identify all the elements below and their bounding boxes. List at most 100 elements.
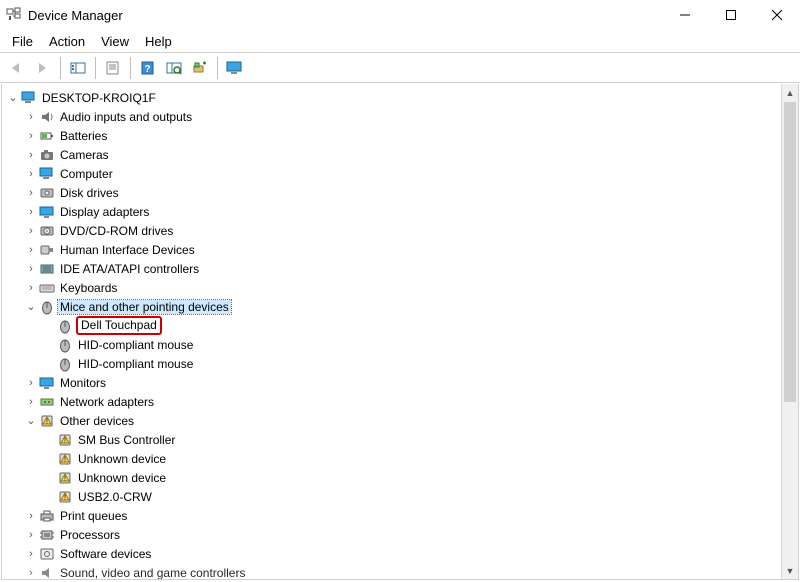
warning-icon: ! — [56, 470, 74, 486]
menu-file[interactable]: File — [4, 32, 41, 51]
cat-disk[interactable]: › Disk drives — [6, 183, 798, 202]
mouse-icon — [56, 337, 74, 353]
svg-text:!: ! — [64, 437, 66, 444]
hid-icon — [38, 242, 56, 258]
cpu-icon — [38, 527, 56, 543]
monitor-button[interactable] — [223, 56, 247, 80]
cat-processors[interactable]: › Processors — [6, 525, 798, 544]
dvd-icon — [38, 223, 56, 239]
cat-mice-label: Mice and other pointing devices — [58, 300, 231, 314]
expand-icon[interactable]: › — [24, 111, 38, 123]
expand-icon[interactable]: › — [24, 548, 38, 560]
add-legacy-button[interactable] — [188, 56, 212, 80]
collapse-icon[interactable]: ⌄ — [24, 300, 38, 313]
vertical-scrollbar[interactable]: ▲ ▼ — [781, 84, 798, 579]
audio-icon — [38, 109, 56, 125]
help-button[interactable]: ? — [136, 56, 160, 80]
expand-icon[interactable]: › — [24, 130, 38, 142]
cat-other[interactable]: ⌄ ! Other devices — [6, 411, 798, 430]
back-button[interactable] — [5, 56, 29, 80]
disk-icon — [38, 185, 56, 201]
warning-icon: ! — [56, 489, 74, 505]
cat-batteries[interactable]: › Batteries — [6, 126, 798, 145]
scan-hardware-button[interactable] — [162, 56, 186, 80]
collapse-icon[interactable]: ⌄ — [24, 414, 38, 427]
scroll-thumb[interactable] — [784, 102, 796, 402]
cat-dvd[interactable]: › DVD/CD-ROM drives — [6, 221, 798, 240]
window-title: Device Manager — [28, 8, 123, 23]
audio-icon — [38, 565, 56, 581]
device-usb20-crw[interactable]: ! USB2.0-CRW — [6, 487, 798, 506]
menu-action[interactable]: Action — [41, 32, 93, 51]
mouse-icon — [56, 318, 74, 334]
menu-help[interactable]: Help — [137, 32, 180, 51]
expand-icon[interactable]: › — [24, 149, 38, 161]
tree-root[interactable]: ⌄ DESKTOP-KROIQ1F — [6, 88, 798, 107]
device-sm-bus[interactable]: ! SM Bus Controller — [6, 430, 798, 449]
computer-icon — [38, 166, 56, 182]
cat-cameras[interactable]: › Cameras — [6, 145, 798, 164]
close-button[interactable] — [754, 0, 800, 30]
warning-icon: ! — [56, 432, 74, 448]
keyboard-icon — [38, 280, 56, 296]
svg-text:!: ! — [46, 418, 48, 425]
battery-icon — [38, 128, 56, 144]
device-hid-mouse-1[interactable]: HID-compliant mouse — [6, 335, 798, 354]
warning-icon: ! — [38, 413, 56, 429]
printer-icon — [38, 508, 56, 524]
device-unknown-2[interactable]: ! Unknown device — [6, 468, 798, 487]
svg-text:!: ! — [64, 456, 66, 463]
collapse-icon[interactable]: ⌄ — [6, 91, 20, 104]
computer-icon — [20, 90, 38, 106]
cat-monitors[interactable]: › Monitors — [6, 373, 798, 392]
expand-icon[interactable]: › — [24, 529, 38, 541]
cat-hid[interactable]: › Human Interface Devices — [6, 240, 798, 259]
device-dell-touchpad[interactable]: Dell Touchpad — [6, 316, 798, 335]
toolbar: ? — [0, 53, 800, 83]
cat-display[interactable]: › Display adapters — [6, 202, 798, 221]
cat-keyboards[interactable]: › Keyboards — [6, 278, 798, 297]
expand-icon[interactable]: › — [24, 206, 38, 218]
show-hide-tree-button[interactable] — [66, 56, 90, 80]
cat-audio[interactable]: › Audio inputs and outputs — [6, 107, 798, 126]
titlebar: Device Manager — [0, 0, 800, 30]
ide-icon — [38, 261, 56, 277]
menubar: File Action View Help — [0, 30, 800, 52]
expand-icon[interactable]: › — [24, 187, 38, 199]
device-unknown-1[interactable]: ! Unknown device — [6, 449, 798, 468]
expand-icon[interactable]: › — [24, 396, 38, 408]
menu-view[interactable]: View — [93, 32, 137, 51]
forward-button[interactable] — [31, 56, 55, 80]
minimize-button[interactable] — [662, 0, 708, 30]
cat-sound[interactable]: › Sound, video and game controllers — [6, 563, 798, 580]
cat-software[interactable]: › Software devices — [6, 544, 798, 563]
expand-icon[interactable]: › — [24, 377, 38, 389]
expand-icon[interactable]: › — [24, 244, 38, 256]
app-icon — [6, 7, 22, 23]
properties-button[interactable] — [101, 56, 125, 80]
scroll-down-icon[interactable]: ▼ — [782, 562, 798, 579]
software-icon — [38, 546, 56, 562]
warning-icon: ! — [56, 451, 74, 467]
svg-text:?: ? — [144, 64, 150, 75]
device-hid-mouse-2[interactable]: HID-compliant mouse — [6, 354, 798, 373]
expand-icon[interactable]: › — [24, 225, 38, 237]
cat-computer[interactable]: › Computer — [6, 164, 798, 183]
expand-icon[interactable]: › — [24, 510, 38, 522]
svg-text:!: ! — [64, 494, 66, 501]
cat-network[interactable]: › Network adapters — [6, 392, 798, 411]
mouse-icon — [38, 299, 56, 315]
tree-root-label: DESKTOP-KROIQ1F — [40, 91, 158, 105]
expand-icon[interactable]: › — [24, 168, 38, 180]
monitor-icon — [38, 375, 56, 391]
cat-mice[interactable]: ⌄ Mice and other pointing devices — [6, 297, 798, 316]
cat-print[interactable]: › Print queues — [6, 506, 798, 525]
expand-icon[interactable]: › — [24, 282, 38, 294]
device-tree[interactable]: ⌄ DESKTOP-KROIQ1F › Audio inputs and out… — [1, 84, 799, 580]
expand-icon[interactable]: › — [24, 263, 38, 275]
camera-icon — [38, 147, 56, 163]
expand-icon[interactable]: › — [24, 567, 38, 579]
scroll-up-icon[interactable]: ▲ — [782, 84, 798, 101]
maximize-button[interactable] — [708, 0, 754, 30]
cat-ide[interactable]: › IDE ATA/ATAPI controllers — [6, 259, 798, 278]
